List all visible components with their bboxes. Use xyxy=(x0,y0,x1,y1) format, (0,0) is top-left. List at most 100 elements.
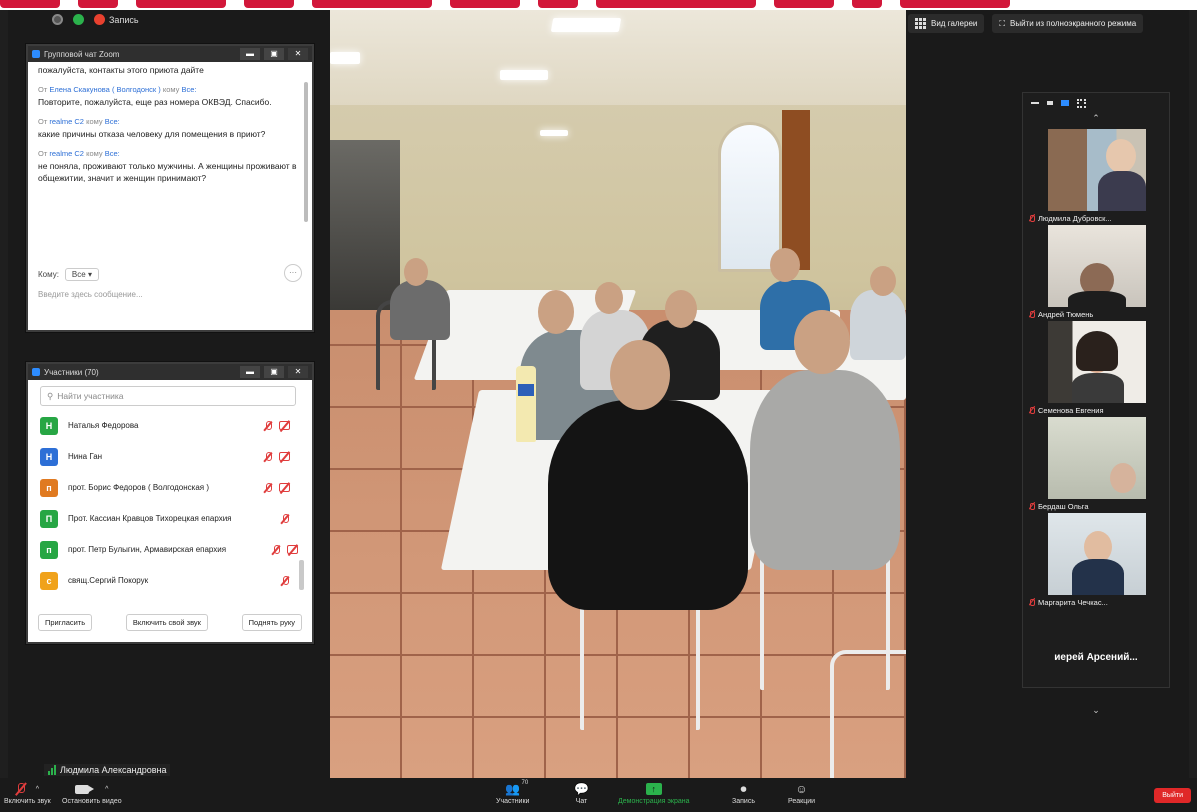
mic-muted-icon xyxy=(16,782,26,796)
close-icon[interactable]: ✕ xyxy=(288,366,308,378)
video-tile[interactable]: Бердаш Ольга xyxy=(1023,417,1171,513)
participants-button[interactable]: 👥 70 Участники xyxy=(496,780,529,805)
video-feed xyxy=(1048,417,1146,499)
more-options-icon[interactable]: ··· xyxy=(284,264,302,282)
video-tile-name-only[interactable]: иерей Арсений... xyxy=(1023,609,1169,705)
video-tile[interactable]: Семенова Евгения xyxy=(1023,321,1171,417)
caret-up-icon[interactable]: ^ xyxy=(105,786,108,793)
gallery-view-label: Вид галереи xyxy=(931,19,978,28)
video-person-head xyxy=(870,266,896,296)
meeting-toolbar: ^ Включить звук ^ Остановить видео 👥 70 У… xyxy=(0,778,1197,812)
video-window xyxy=(718,122,782,272)
share-screen-button[interactable]: ↑ Демонстрация экрана xyxy=(618,780,690,805)
ceiling-light xyxy=(330,52,360,64)
participants-icon: 👥 xyxy=(505,782,521,796)
gallery-view-button[interactable]: Вид галереи xyxy=(908,14,985,33)
video-person-head xyxy=(538,290,574,334)
minimize-icon[interactable]: ▬ xyxy=(240,48,260,60)
video-person-head xyxy=(1110,463,1136,493)
participant-list-scrollbar[interactable] xyxy=(299,560,304,590)
video-hallway xyxy=(330,140,400,310)
close-icon[interactable]: ✕ xyxy=(288,48,308,60)
maximize-icon[interactable]: ▣ xyxy=(264,48,284,60)
unmute-button[interactable]: ^ Включить звук xyxy=(4,780,51,805)
shared-screen-video[interactable] xyxy=(330,10,906,778)
video-tile-name: Людмила Дубровск... xyxy=(1038,214,1112,223)
video-tile[interactable]: Людмила Дубровск... xyxy=(1023,129,1171,225)
video-feed xyxy=(1048,129,1146,211)
minimize-icon[interactable]: ▬ xyxy=(240,366,260,378)
camera-icon xyxy=(75,784,95,794)
reactions-button[interactable]: ☺ Реакции xyxy=(788,780,815,805)
chevron-down-icon[interactable]: ⌄ xyxy=(1023,705,1169,721)
zoom-app-icon xyxy=(32,368,40,376)
leave-button[interactable]: Выйти xyxy=(1154,788,1191,803)
chat-recipient-select[interactable]: Все ▾ xyxy=(64,268,99,281)
mic-muted-icon xyxy=(1029,310,1035,319)
stop-video-label: Остановить видео xyxy=(62,798,122,805)
participant-row[interactable]: п прот. Петр Булыгин, Армавирская епархи… xyxy=(28,534,312,565)
caret-up-icon[interactable]: ^ xyxy=(36,786,39,793)
mic-muted-icon xyxy=(271,544,281,555)
video-tile-name: Маргарита Чечкас... xyxy=(1038,598,1108,607)
participant-name: прот. Петр Булыгин, Армавирская епархия xyxy=(68,545,227,554)
chat-sender-name[interactable]: realme C2 xyxy=(49,149,84,158)
participant-row[interactable]: Н Наталья Федорова xyxy=(28,410,312,441)
raise-hand-button[interactable]: Поднять руку xyxy=(241,614,302,631)
participants-titlebar[interactable]: Участники (70) ▬ ▣ ✕ xyxy=(28,364,312,380)
video-tile[interactable]: Маргарита Чечкас... xyxy=(1023,513,1171,609)
meeting-status-row: Запись xyxy=(52,14,139,25)
video-off-icon xyxy=(287,544,298,554)
chat-titlebar[interactable]: Групповой чат Zoom ▬ ▣ ✕ xyxy=(28,46,312,62)
chat-message: пожалуйста, контакты этого приюта дайте xyxy=(38,64,302,76)
video-tile-name: Семенова Евгения xyxy=(1038,406,1104,415)
share-screen-label: Демонстрация экрана xyxy=(618,798,690,805)
participants-count: 70 xyxy=(521,780,529,786)
chat-from-prefix: От xyxy=(38,149,48,158)
grid-view-icon[interactable] xyxy=(1077,98,1086,108)
avatar: п xyxy=(40,478,58,497)
chat-message: От realme C2 кому Все: не поняла, прожив… xyxy=(38,148,302,184)
video-feed xyxy=(1048,513,1146,595)
video-tile[interactable]: Андрей Тюмень xyxy=(1023,225,1171,321)
chat-to-label: Кому: xyxy=(38,270,59,279)
participant-name: прот. Борис Федоров ( Волгодонская ) xyxy=(68,483,210,492)
participant-search-input[interactable]: ⚲ Найти участника xyxy=(40,386,296,406)
chat-sender-name[interactable]: realme C2 xyxy=(49,117,84,126)
mic-muted-icon xyxy=(1029,598,1035,607)
strip-size-small-icon[interactable] xyxy=(1047,101,1053,105)
chat-message-sender: От realme C2 кому Все: xyxy=(38,116,302,128)
participants-title: Участники (70) xyxy=(44,367,99,377)
chat-input[interactable]: Введите здесь сообщение... xyxy=(38,290,143,299)
video-person-hair xyxy=(1076,331,1118,371)
security-shield-icon[interactable] xyxy=(73,14,84,25)
meeting-info-icon[interactable] xyxy=(52,14,63,25)
chat-scrollbar[interactable] xyxy=(304,82,308,222)
stop-video-button[interactable]: ^ Остановить видео xyxy=(62,780,122,805)
chat-message: От realme C2 кому Все: какие причины отк… xyxy=(38,116,302,140)
participant-name: Нина Ган xyxy=(68,452,103,461)
participant-row[interactable]: Н Нина Ган xyxy=(28,441,312,472)
exit-fullscreen-button[interactable]: ⛶ Выйти из полноэкранного режима xyxy=(992,14,1144,33)
record-icon: ⏺ xyxy=(740,781,747,796)
reactions-label: Реакции xyxy=(788,798,816,805)
chat-button[interactable]: 💬 Чат xyxy=(574,780,589,805)
avatar: п xyxy=(40,540,58,559)
hide-video-icon[interactable] xyxy=(1031,102,1039,104)
chat-sender-name[interactable]: Елена Скакунова ( Волгодонск ) xyxy=(49,85,160,94)
chat-message-sender: От Елена Скакунова ( Волгодонск ) кому В… xyxy=(38,84,302,96)
participant-row[interactable]: п прот. Борис Федоров ( Волгодонская ) xyxy=(28,472,312,503)
invite-button[interactable]: Пригласить xyxy=(38,614,93,631)
unmute-me-button[interactable]: Включить свой звук xyxy=(125,614,208,631)
strip-size-medium-icon[interactable] xyxy=(1061,100,1069,106)
video-person xyxy=(1098,171,1146,211)
chevron-up-icon[interactable]: ⌃ xyxy=(1023,113,1169,129)
video-tile-label: Бердаш Ольга xyxy=(1029,502,1089,511)
record-button[interactable]: ⏺ Запись xyxy=(732,780,755,806)
video-off-icon xyxy=(279,451,290,461)
maximize-icon[interactable]: ▣ xyxy=(264,366,284,378)
avatar: с xyxy=(40,571,58,590)
participant-row[interactable]: с свящ.Сергий Покорук xyxy=(28,565,312,596)
ceiling-light xyxy=(500,70,548,80)
participant-row[interactable]: П Прот. Кассиан Кравцов Тихорецкая епарх… xyxy=(28,503,312,534)
